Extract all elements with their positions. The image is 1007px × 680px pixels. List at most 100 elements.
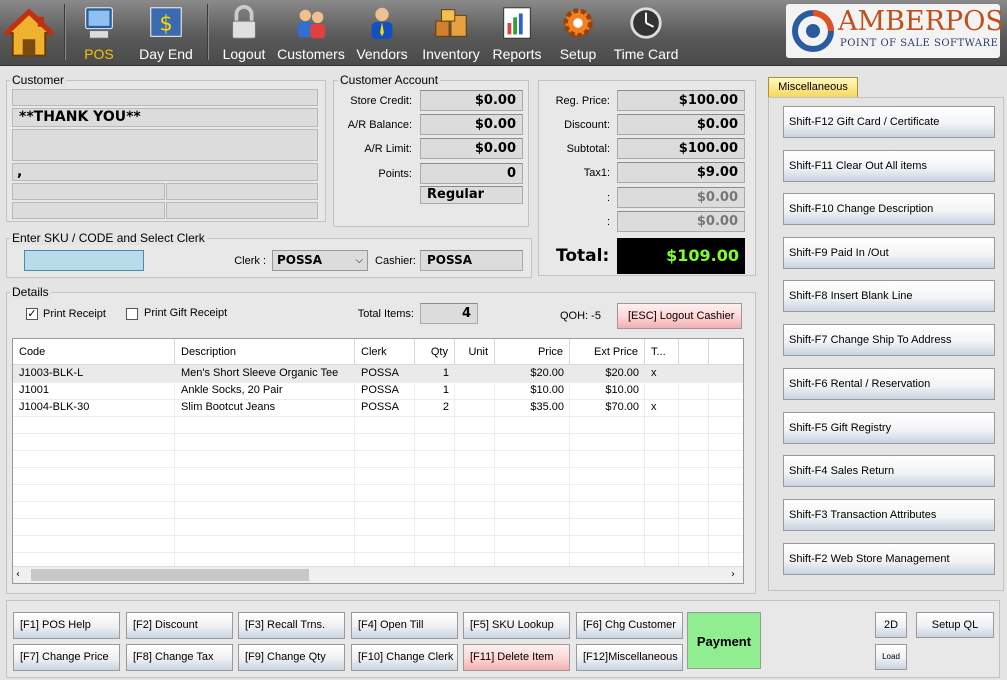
inventory-icon (435, 9, 467, 37)
misc-button-4[interactable]: Shift-F9 Paid In /Out (783, 237, 995, 269)
cell-description: Slim Bootcut Jeans (181, 401, 276, 413)
load-button[interactable]: Load (875, 644, 907, 670)
fkey-button[interactable]: [F7] Change Price (13, 644, 120, 671)
sku-input[interactable] (24, 250, 144, 271)
grid-row-divider (13, 467, 743, 468)
col-header-blank-1 (679, 339, 709, 365)
misc-button-11[interactable]: Shift-F2 Web Store Management (783, 543, 995, 575)
scroll-right-icon[interactable]: › (731, 569, 735, 580)
toolbar-time-card-label: Time Card (613, 46, 679, 62)
extra-charge-2-label: : (606, 216, 610, 228)
customer-line-5b[interactable] (166, 183, 318, 200)
col-header-tax[interactable]: T... (645, 339, 679, 365)
grid-row-divider (13, 484, 743, 485)
logo-mark-icon (792, 10, 834, 52)
cell-unit (455, 365, 495, 382)
scrollbar-thumb[interactable] (31, 569, 309, 581)
cell-unit (455, 399, 495, 416)
misc-button-10[interactable]: Shift-F3 Transaction Attributes (783, 499, 995, 531)
line-items-table[interactable]: Code Description Clerk Qty Unit Price Ex… (12, 338, 744, 584)
clerk-select[interactable]: POSSA ⌵ (272, 250, 368, 271)
fkey-button[interactable]: [F2] Discount (126, 612, 233, 639)
misc-button-5[interactable]: Shift-F8 Insert Blank Line (783, 280, 995, 312)
tab-miscellaneous[interactable]: Miscellaneous (768, 77, 858, 97)
customer-line-6a[interactable] (12, 202, 165, 219)
payment-button[interactable]: Payment (687, 612, 761, 669)
misc-button-3[interactable]: Shift-F10 Change Description (783, 193, 995, 225)
extra-charge-1-label: : (606, 192, 610, 204)
fkey-button[interactable]: [F9] Change Qty (238, 644, 345, 671)
fkey-button[interactable]: [F4] Open Till (351, 612, 458, 639)
toolbar-inventory-label: Inventory (422, 46, 480, 62)
fkey-button[interactable]: [F12]Miscellaneous (576, 644, 683, 671)
misc-button-9[interactable]: Shift-F4 Sales Return (783, 455, 995, 487)
toolbar-logout[interactable]: Logout (218, 2, 270, 64)
home-button[interactable] (2, 2, 56, 64)
toolbar-customers[interactable]: Customers (276, 2, 346, 64)
cell-tax: x (651, 367, 657, 379)
toolbar-time-card[interactable]: Time Card (610, 2, 682, 64)
misc-button-1[interactable]: Shift-F12 Gift Card / Certificate (783, 106, 995, 138)
toolbar-pos[interactable]: POS (72, 2, 126, 64)
price-level-value: Regular (420, 186, 523, 204)
cell-code: J1004-BLK-30 (19, 401, 90, 413)
setup-ql-button[interactable]: Setup QL (916, 612, 994, 638)
customer-line-6b[interactable] (166, 202, 318, 219)
ar-limit-value: $0.00 (420, 138, 523, 159)
fkey-button[interactable]: [F1] POS Help (13, 612, 120, 639)
toolbar-reports[interactable]: Reports (490, 2, 544, 64)
misc-button-2[interactable]: Shift-F11 Clear Out All items (783, 150, 995, 182)
print-gift-receipt-checkbox[interactable] (126, 308, 138, 320)
subtotal-value: $100.00 (617, 138, 745, 159)
table-row[interactable]: J1001 Ankle Socks, 20 Pair POSSA 1 $10.00 $10… (13, 382, 743, 399)
toolbar-vendors-label: Vendors (356, 46, 408, 62)
cell-price: $10.00 (530, 384, 564, 396)
col-header-description[interactable]: Description (175, 339, 355, 365)
fkey-button[interactable]: [F8] Change Tax (126, 644, 233, 671)
logout-cashier-button[interactable]: [ESC] Logout Cashier (617, 303, 742, 329)
misc-button-6[interactable]: Shift-F7 Change Ship To Address (783, 324, 995, 356)
ar-balance-value: $0.00 (420, 114, 523, 135)
print-receipt-checkbox[interactable]: ✓ (26, 308, 38, 320)
toolbar-day-end[interactable]: $ Day End (136, 2, 196, 64)
tax1-label: Tax1: (583, 167, 610, 179)
toolbar-inventory[interactable]: Inventory (418, 2, 484, 64)
table-row[interactable]: J1003-BLK-L Men's Short Sleeve Organic Te… (13, 365, 743, 382)
misc-button-8[interactable]: Shift-F5 Gift Registry (783, 412, 995, 444)
toolbar-setup[interactable]: Setup (552, 2, 604, 64)
col-header-price[interactable]: Price (495, 339, 570, 365)
toolbar-vendors[interactable]: Vendors (354, 2, 410, 64)
cell-tax: x (651, 401, 657, 413)
customer-line-2[interactable]: **THANK YOU** (12, 108, 318, 127)
col-header-code[interactable]: Code (13, 339, 175, 365)
2d-button[interactable]: 2D (875, 612, 907, 638)
table-row[interactable]: J1004-BLK-30 Slim Bootcut Jeans POSSA 2 $35.… (13, 399, 743, 416)
extra-charge-1-value: $0.00 (617, 187, 745, 208)
customer-line-4[interactable]: , (12, 163, 318, 181)
customer-line-5a[interactable] (12, 183, 165, 200)
qoh-text: QOH: -5 (560, 310, 601, 322)
horizontal-scrollbar[interactable]: ‹ › (13, 566, 743, 583)
fkey-button[interactable]: [F10] Change Clerk (351, 644, 458, 671)
cell-price: $20.00 (530, 367, 564, 379)
total-label: Total: (556, 246, 610, 266)
fkey-button[interactable]: [F3] Recall Trns. (238, 612, 345, 639)
col-header-unit[interactable]: Unit (455, 339, 495, 365)
fkey-button[interactable]: [F5] SKU Lookup (463, 612, 570, 639)
fkey-button[interactable]: [F6] Chg Customer (576, 612, 683, 639)
scroll-left-icon[interactable]: ‹ (16, 569, 20, 580)
store-credit-value: $0.00 (420, 90, 523, 111)
col-header-clerk[interactable]: Clerk (355, 339, 415, 365)
fkey-button[interactable]: [F11] Delete Item (463, 644, 570, 671)
misc-button-7[interactable]: Shift-F6 Rental / Reservation (783, 368, 995, 400)
vendors-icon (371, 7, 393, 40)
cell-ext-price: $10.00 (605, 384, 639, 396)
subtotal-label: Subtotal: (566, 143, 610, 155)
cell-code: J1003-BLK-L (19, 367, 84, 379)
cell-price: $35.00 (530, 401, 564, 413)
customer-line-1[interactable] (12, 89, 318, 106)
col-header-qty[interactable]: Qty (415, 339, 455, 365)
clerk-label: Clerk : (234, 255, 266, 267)
col-header-ext-price[interactable]: Ext Price (570, 339, 645, 365)
customer-line-3[interactable] (12, 129, 318, 161)
